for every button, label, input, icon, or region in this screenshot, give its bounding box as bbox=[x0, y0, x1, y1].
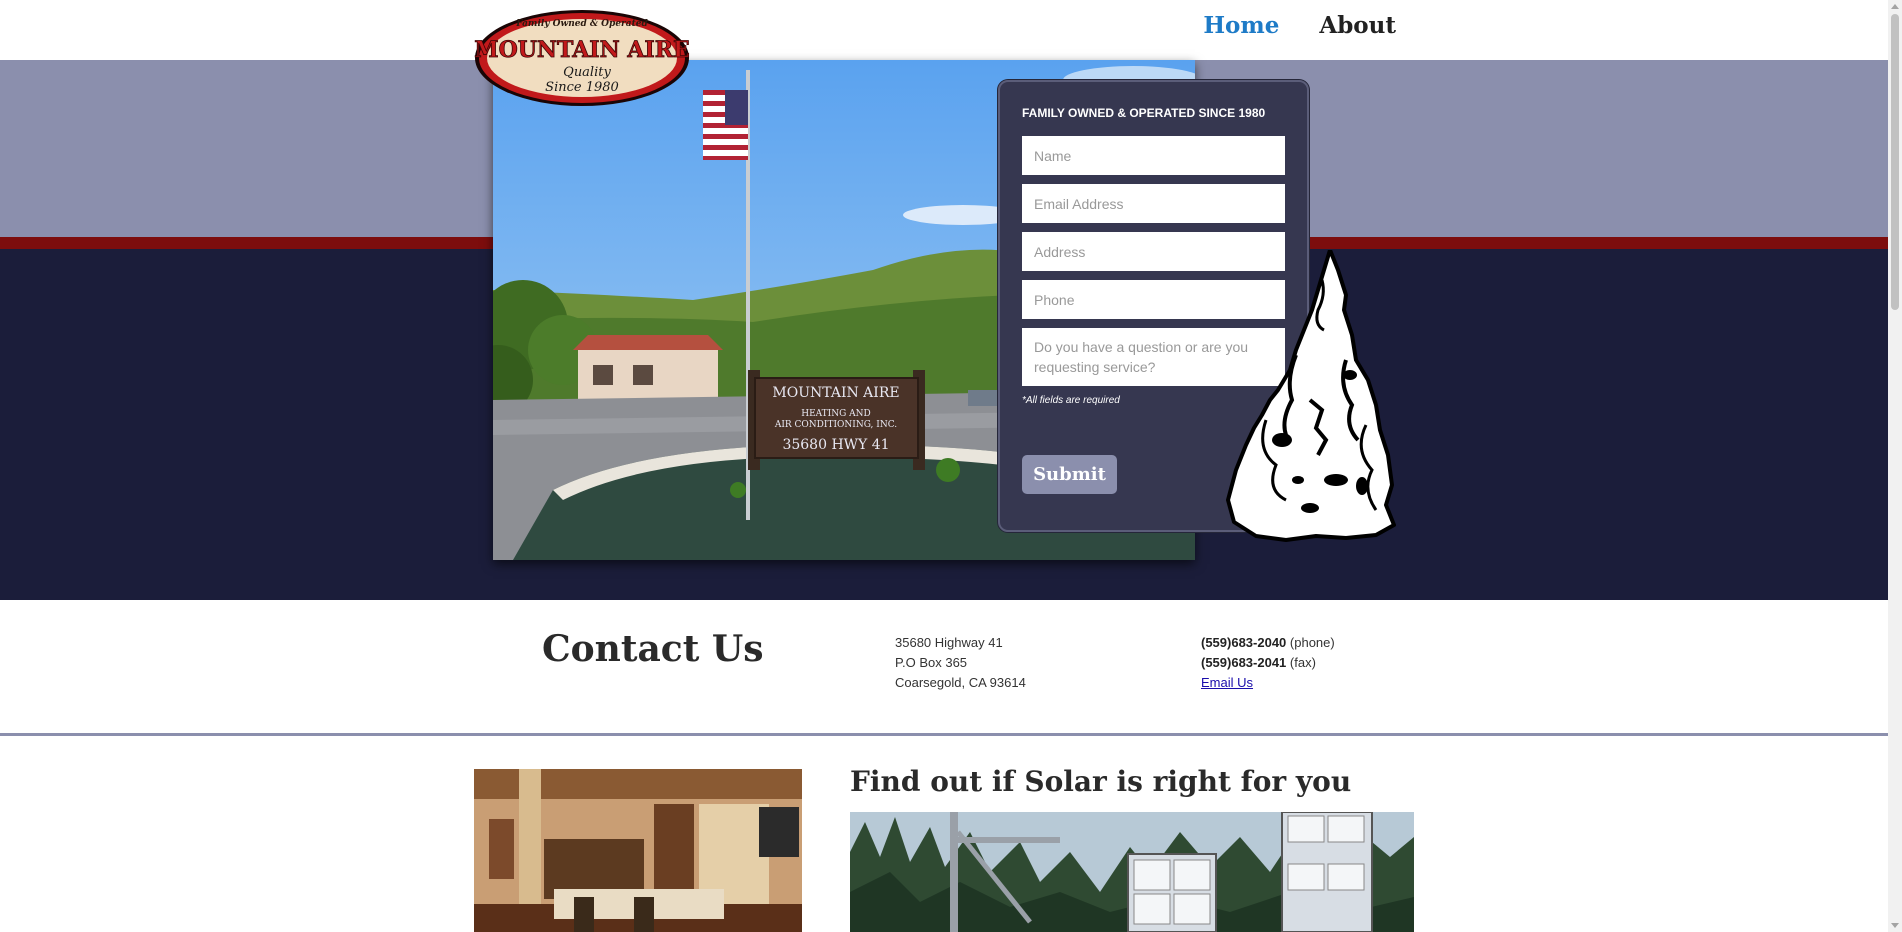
sign-line-3: AIR CONDITIONING, INC. bbox=[774, 420, 897, 430]
address-line: Coarsegold, CA 93614 bbox=[895, 675, 1026, 690]
address-line: 35680 Highway 41 bbox=[895, 635, 1003, 650]
email-us-link[interactable]: Email Us bbox=[1201, 675, 1253, 691]
phone-suffix: (phone) bbox=[1286, 635, 1335, 650]
logo-top-text: Family Owned & Operated bbox=[515, 19, 648, 29]
fax-line: (559)683-2041 (fax) bbox=[1201, 653, 1335, 673]
phone-number: (559)683-2040 bbox=[1201, 635, 1287, 650]
site-header: Home About bbox=[0, 0, 1888, 60]
fax-number: (559)683-2041 bbox=[1201, 655, 1287, 670]
mountain-peak-icon bbox=[1226, 248, 1396, 542]
sign-line-1: MOUNTAIN AIRE bbox=[772, 385, 899, 401]
main-nav: Home About bbox=[1203, 12, 1396, 39]
phone-block: (559)683-2040 (phone) (559)683-2041 (fax… bbox=[1201, 633, 1335, 693]
solar-heading: Find out if Solar is right for you bbox=[850, 765, 1352, 798]
scrollbar-thumb[interactable] bbox=[1891, 14, 1899, 310]
submit-button[interactable]: Submit bbox=[1022, 455, 1117, 494]
scroll-down-icon[interactable] bbox=[1891, 923, 1899, 928]
sign-line-4: 35680 HWY 41 bbox=[782, 437, 889, 453]
fax-suffix: (fax) bbox=[1286, 655, 1316, 670]
page-scrollbar[interactable] bbox=[1888, 0, 1902, 932]
section-divider bbox=[0, 733, 1888, 736]
solar-photo bbox=[850, 812, 1414, 932]
name-input[interactable]: Name bbox=[1022, 136, 1285, 175]
contact-heading: Contact Us bbox=[542, 628, 764, 670]
nav-about-link[interactable]: About bbox=[1319, 12, 1396, 39]
logo-tagline-2: Since 1980 bbox=[545, 80, 619, 95]
sign-line-2: HEATING AND bbox=[801, 409, 871, 419]
interior-photo bbox=[474, 769, 802, 932]
scroll-up-icon[interactable] bbox=[1891, 4, 1899, 9]
address-block: 35680 Highway 41 P.O Box 365 Coarsegold,… bbox=[895, 633, 1026, 693]
logo-brand-text: MOUNTAIN AIRE bbox=[474, 37, 690, 63]
form-title: FAMILY OWNED & OPERATED SINCE 1980 bbox=[1022, 106, 1266, 120]
email-input[interactable]: Email Address bbox=[1022, 184, 1285, 223]
address-line: P.O Box 365 bbox=[895, 655, 968, 670]
phone-line: (559)683-2040 (phone) bbox=[1201, 633, 1335, 653]
logo-tagline-1: Quality bbox=[563, 65, 611, 80]
mountain-aire-logo[interactable]: Family Owned & Operated MOUNTAIN AIRE Qu… bbox=[472, 7, 692, 109]
nav-home-link[interactable]: Home bbox=[1203, 12, 1279, 39]
